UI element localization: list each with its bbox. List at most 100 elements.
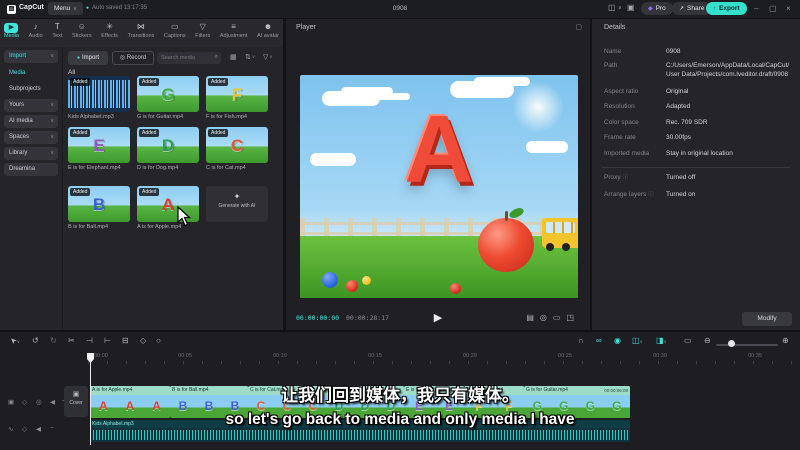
sidebar-item-import[interactable]: Import ∨ <box>4 50 58 63</box>
video-thumbnail: Added C <box>206 127 268 163</box>
select-tool-icon[interactable]: ➤∨ <box>8 335 20 346</box>
details-row-frame-rate: Frame rate 30.00fps <box>604 134 691 141</box>
audio-icon: ♪ <box>33 22 38 31</box>
added-badge: Added <box>70 78 91 86</box>
tab-ai-avatar[interactable]: ☻ AI avatar <box>257 21 279 47</box>
zoom-slider[interactable] <box>716 344 778 346</box>
media-item-g-guitar[interactable]: Added G G is for Guitar.mp4 <box>137 76 199 120</box>
player-panel-title: Player <box>296 24 316 31</box>
menu-button[interactable]: Menu ∨ <box>48 2 83 15</box>
grass-graphic <box>300 236 578 298</box>
tab-text[interactable]: T Text <box>52 21 62 47</box>
app-name: CapCut <box>19 4 44 11</box>
sort-icon[interactable]: ⇅∨ <box>245 53 255 61</box>
video-preview[interactable]: A <box>300 75 578 298</box>
search-input[interactable]: Search media ⌕ <box>157 52 221 64</box>
object-tracking-icon[interactable]: ◎ <box>540 313 553 322</box>
sidebar-item-ai-media[interactable]: AI media ∨ <box>4 115 58 128</box>
maximize-icon[interactable]: ▢ <box>769 4 777 13</box>
layout-toggle-icon[interactable]: ◫ <box>608 3 616 12</box>
player-panel: Player ▢ A 00:00:00:00 00:00:28:17 ▶ ▤◎▭… <box>286 19 590 330</box>
aspect-ratio-icon[interactable]: ▭ <box>553 313 567 322</box>
all-filter-label[interactable]: All <box>68 69 75 76</box>
zoom-in-icon[interactable]: ⊕ <box>782 336 789 345</box>
sidebar-item-dreamina[interactable]: Dreamina <box>4 163 58 176</box>
minimize-icon[interactable]: – <box>754 4 758 13</box>
media-item-c-cat[interactable]: Added C C is for Cat.mp4 <box>206 127 268 171</box>
tab-audio[interactable]: ♪ Audio <box>29 21 43 47</box>
media-item-f-fish[interactable]: Added F F is for Fish.mp4 <box>206 76 268 120</box>
fullscreen-icon[interactable]: ◳ <box>566 313 580 322</box>
panel-expand-icon[interactable]: ▢ <box>575 23 582 31</box>
chevron-down-icon: ∨ <box>50 53 54 59</box>
voiceover-icon[interactable]: ∩ <box>578 336 584 345</box>
transitions-icon: ⋈ <box>136 22 145 31</box>
tab-media[interactable]: ▶ Media <box>4 21 19 47</box>
media-item-e-elephant[interactable]: Added E E is for Elephant.mp4 <box>68 127 130 171</box>
record-button[interactable]: ◎ Record <box>112 51 154 65</box>
school-bus-graphic <box>542 218 578 251</box>
ball-graphic <box>346 280 358 292</box>
waveform-icon <box>90 430 630 440</box>
sidebar-item-yours[interactable]: Yours ∨ <box>4 99 58 112</box>
chevron-down-icon: ∨ <box>50 134 54 140</box>
redo-icon[interactable]: ↻ <box>50 336 57 345</box>
undo-icon[interactable]: ↺ <box>32 336 39 345</box>
freeze-frame-icon[interactable]: ◇ <box>140 336 146 345</box>
preview-dropdown-icon[interactable]: ◨∨ <box>656 336 667 345</box>
tab-filters[interactable]: ▽ Filters <box>195 21 210 47</box>
generate-with-ai-button[interactable]: ✦ Generate with AI <box>206 186 268 222</box>
chevron-down-icon[interactable]: ∨ <box>618 5 622 11</box>
keyframe-icon[interactable]: ○ <box>156 336 161 345</box>
delete-icon[interactable]: ⊟ <box>122 336 129 345</box>
chevron-down-icon: ∨ <box>50 118 54 124</box>
divider <box>602 167 790 168</box>
zoom-slider-handle[interactable] <box>728 340 735 347</box>
tab-captions[interactable]: ▭ Captions <box>164 21 186 47</box>
layout-grid-icon[interactable]: ▣ <box>627 3 635 12</box>
sidebar-item-spaces[interactable]: Spaces ∨ <box>4 131 58 144</box>
video-thumbnail: Added F <box>206 76 268 112</box>
media-item-b-ball[interactable]: Added B B is for Ball.mp4 <box>68 186 130 230</box>
modify-button[interactable]: Modify <box>742 312 792 326</box>
sidebar-item-media[interactable]: Media <box>4 67 58 80</box>
timeline-ruler[interactable]: 00:00 00:05 00:10 00:15 00:20 00:25 00:3… <box>88 353 800 365</box>
media-item-d-dog[interactable]: Added D D is for Dog.mp4 <box>137 127 199 171</box>
display-mode-icon[interactable]: ▤ <box>526 313 540 322</box>
capcut-window: ▧ CapCut Menu ∨ ● Auto saved 13:17:35 0908 … <box>0 0 800 450</box>
search-icon[interactable]: ⌕ <box>215 54 218 61</box>
tab-transitions[interactable]: ⋈ Transitions <box>128 21 155 47</box>
tab-effects[interactable]: ✳ Effects <box>101 21 118 47</box>
import-button[interactable]: ● Import <box>68 51 108 65</box>
added-badge: Added <box>139 78 160 86</box>
details-row-proxy: Proxy ⓘ Turned off <box>604 174 696 181</box>
import-dot-icon: ● <box>76 55 80 61</box>
close-icon[interactable]: × <box>786 4 791 13</box>
filter-icon[interactable]: ▽∨ <box>263 53 273 61</box>
link-icon[interactable]: ∞ <box>596 336 602 345</box>
pro-button[interactable]: ◆ Pro <box>641 2 673 15</box>
sidebar-item-subprojects[interactable]: Subprojects <box>4 83 58 96</box>
delete-right-icon[interactable]: ⊢ <box>104 336 111 345</box>
tab-stickers[interactable]: ☺ Stickers <box>72 21 92 47</box>
added-badge: Added <box>208 78 229 86</box>
pro-diamond-icon: ◆ <box>648 6 653 12</box>
zoom-out-icon[interactable]: ⊖ <box>704 336 711 345</box>
details-row-imported-media: Imported media Stay in original location <box>604 150 733 157</box>
delete-left-icon[interactable]: ⊣ <box>86 336 93 345</box>
preview-axis-icon[interactable]: ▭ <box>684 336 692 345</box>
autosave-status: ● Auto saved 13:17:35 <box>86 5 147 11</box>
split-icon[interactable]: ✂ <box>68 336 75 345</box>
export-label: Export <box>719 5 740 12</box>
media-item-kids-alphabet[interactable]: Added Kids Alphabet.mp3 <box>68 76 130 120</box>
magnet-icon[interactable]: ◉ <box>614 336 621 345</box>
tab-adjustment[interactable]: ≡ Adjustment <box>220 21 248 47</box>
snap-dropdown-icon[interactable]: ◫∨ <box>632 336 643 345</box>
chevron-down-icon: ∨ <box>50 102 54 108</box>
added-badge: Added <box>208 129 229 137</box>
sidebar-item-library[interactable]: Library ∨ <box>4 147 58 160</box>
capcut-logo: ▧ CapCut <box>7 4 44 14</box>
grid-view-icon[interactable]: ▦ <box>230 53 237 61</box>
export-button[interactable]: ↑ Export <box>706 2 747 15</box>
ai-sparkle-icon: ✦ <box>233 192 241 201</box>
